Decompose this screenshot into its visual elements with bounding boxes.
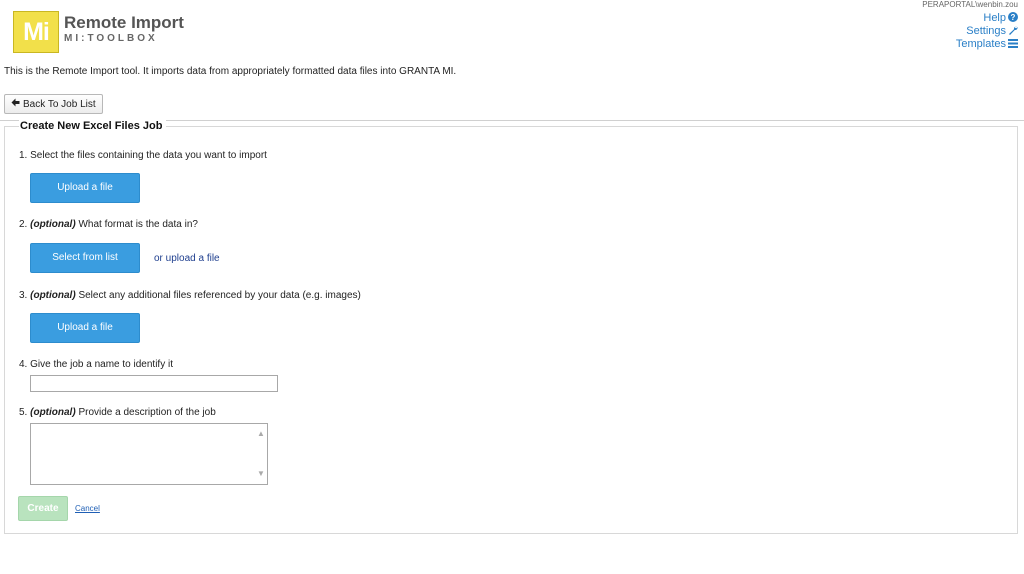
- panel-title: Create New Excel Files Job: [19, 120, 167, 132]
- arrow-left-icon: [11, 98, 20, 110]
- step-3-number: 3.: [19, 290, 28, 301]
- help-link[interactable]: Help?: [956, 12, 1018, 25]
- step-2-label: 2. (optional) What format is the data in…: [19, 219, 198, 230]
- wrench-icon: [1008, 25, 1018, 38]
- job-description-textarea[interactable]: ▲ ▼: [30, 423, 268, 485]
- job-name-input[interactable]: [30, 375, 278, 392]
- mi-logo: Mi: [13, 11, 59, 53]
- help-icon: ?: [1008, 12, 1018, 25]
- settings-link-label: Settings: [966, 25, 1006, 37]
- step-3-text: Select any additional files referenced b…: [78, 290, 361, 301]
- app-title: Remote Import: [64, 13, 184, 32]
- upload-data-file-button[interactable]: Upload a file: [30, 173, 140, 203]
- logo-text: Mi: [23, 18, 50, 46]
- select-from-list-button[interactable]: Select from list: [30, 243, 140, 273]
- create-button[interactable]: Create: [18, 496, 68, 521]
- settings-link[interactable]: Settings: [956, 25, 1018, 38]
- list-icon: [1008, 39, 1018, 51]
- create-job-panel: Create New Excel Files Job 1. Select the…: [4, 120, 1018, 534]
- intro-text: This is the Remote Import tool. It impor…: [4, 66, 457, 77]
- step-3-label: 3. (optional) Select any additional file…: [19, 290, 361, 301]
- step-3-optional: (optional): [30, 290, 76, 301]
- svg-text:?: ?: [1011, 13, 1016, 22]
- templates-link[interactable]: Templates: [956, 38, 1018, 51]
- step-5-label: 5. (optional) Provide a description of t…: [19, 407, 216, 418]
- user-name: PERAPORTAL\wenbin.zou: [922, 0, 1018, 9]
- step-5-text: Provide a description of the job: [78, 407, 216, 418]
- step-2-optional: (optional): [30, 219, 76, 230]
- top-links: Help? Settings Templates: [956, 12, 1018, 51]
- step-2-text: What format is the data in?: [78, 219, 198, 230]
- step-4-label: 4. Give the job a name to identify it: [19, 359, 173, 370]
- back-to-job-list-button[interactable]: Back To Job List: [4, 94, 103, 114]
- upload-additional-files-button[interactable]: Upload a file: [30, 313, 140, 343]
- scroll-up-icon[interactable]: ▲: [257, 430, 265, 438]
- step-2-number: 2.: [19, 219, 28, 230]
- upload-format-link[interactable]: or upload a file: [154, 253, 220, 264]
- help-link-label: Help: [983, 12, 1006, 24]
- step-1-label: 1. Select the files containing the data …: [19, 150, 267, 161]
- app-subtitle: MI:TOOLBOX: [64, 33, 158, 44]
- step-5-number: 5.: [19, 407, 28, 418]
- step-5-optional: (optional): [30, 407, 76, 418]
- app-header: Mi Remote Import MI:TOOLBOX PERAPORTAL\w…: [0, 0, 1024, 60]
- templates-link-label: Templates: [955, 38, 1006, 50]
- scroll-down-icon[interactable]: ▼: [257, 470, 265, 478]
- back-button-label: Back To Job List: [23, 98, 96, 110]
- cancel-link[interactable]: Cancel: [75, 504, 100, 513]
